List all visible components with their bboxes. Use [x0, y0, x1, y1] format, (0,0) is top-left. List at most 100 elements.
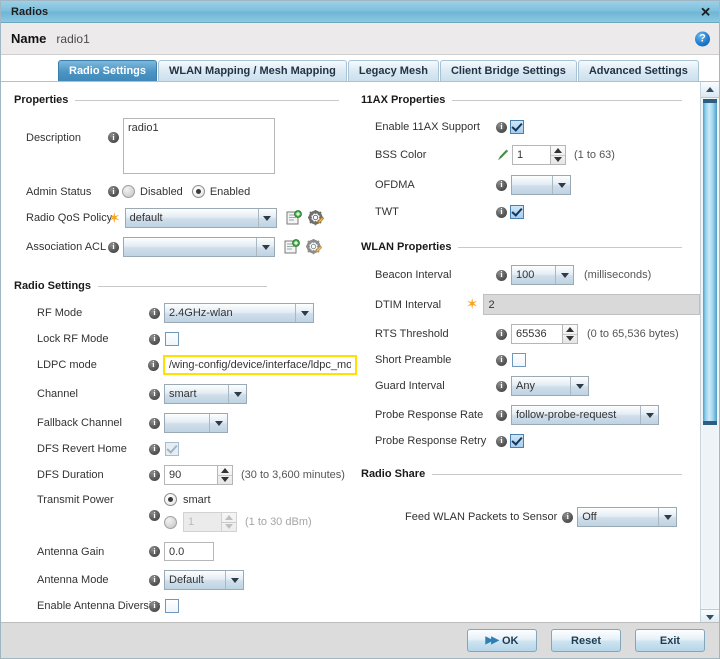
fallback-channel-value	[165, 414, 209, 432]
name-value: radio1	[56, 31, 90, 46]
description-textarea[interactable]	[123, 118, 275, 174]
stepper-down-icon[interactable]	[222, 523, 236, 532]
info-icon: i	[108, 241, 119, 253]
transmit-power-manual-radio[interactable]	[164, 515, 177, 529]
rf-mode-dropdown[interactable]: 2.4GHz-wlan	[164, 303, 314, 323]
enable-antenna-diversity-checkbox[interactable]	[165, 599, 179, 613]
exit-button[interactable]: Exit	[635, 629, 705, 652]
tab-radio-settings[interactable]: Radio Settings	[58, 60, 158, 81]
vertical-scrollbar[interactable]	[700, 82, 719, 625]
edit-policy-gear-icon[interactable]	[307, 209, 324, 226]
tab-client-bridge-settings[interactable]: Client Bridge Settings	[439, 60, 577, 81]
edit-acl-gear-icon[interactable]	[305, 238, 323, 255]
close-icon[interactable]: ✕	[700, 5, 711, 18]
dfs-revert-home-checkbox[interactable]	[165, 442, 179, 456]
stepper-up-icon[interactable]	[551, 146, 565, 156]
stepper-up-icon[interactable]	[222, 513, 236, 523]
lock-rf-mode-checkbox[interactable]	[165, 332, 179, 346]
antenna-gain-input[interactable]	[164, 542, 214, 561]
rf-mode-label: RF Mode	[37, 307, 83, 319]
association-acl-dropdown[interactable]	[123, 237, 275, 257]
bss-color-stepper[interactable]: 1	[512, 145, 566, 165]
transmit-power-smart-radio[interactable]	[164, 493, 177, 506]
chevron-down-icon	[570, 377, 588, 395]
stepper-down-icon[interactable]	[551, 156, 565, 165]
scrollbar-thumb[interactable]	[703, 99, 717, 425]
stepper-down-icon[interactable]	[218, 476, 232, 485]
tab-wlan-mapping-mesh-mapping[interactable]: WLAN Mapping / Mesh Mapping	[158, 60, 347, 81]
radio-share-group-header: Radio Share	[361, 468, 682, 480]
info-icon: i	[149, 417, 160, 429]
probe-response-retry-checkbox[interactable]	[510, 434, 524, 448]
guard-interval-dropdown[interactable]: Any	[511, 376, 589, 396]
dfs-duration-value[interactable]: 90	[164, 465, 217, 485]
dialog-body: Properties Description i Admin Status i …	[1, 82, 719, 625]
beacon-interval-dropdown[interactable]: 100	[511, 265, 574, 285]
row-antenna-mode: Antenna Mode i Default	[1, 570, 357, 590]
group-divider	[452, 99, 682, 101]
admin-status-disabled-radio[interactable]	[122, 185, 135, 198]
channel-dropdown[interactable]: smart	[164, 384, 247, 404]
row-twt: TWT i	[357, 205, 700, 219]
beacon-interval-hint: (milliseconds)	[584, 269, 652, 281]
transmit-power-stepper[interactable]: 1	[183, 512, 237, 532]
reset-button[interactable]: Reset	[551, 629, 621, 652]
chevron-down-icon	[555, 266, 573, 284]
scrollbar-track[interactable]	[703, 99, 717, 608]
stepper-down-icon[interactable]	[563, 335, 577, 344]
channel-value: smart	[169, 388, 197, 400]
help-icon[interactable]: ?	[695, 31, 710, 46]
rts-threshold-value[interactable]: 65536	[511, 324, 562, 344]
fallback-channel-dropdown[interactable]	[164, 413, 228, 433]
window-title: Radios	[11, 5, 49, 18]
create-policy-icon[interactable]	[286, 210, 302, 226]
feed-wlan-packets-dropdown[interactable]: Off	[577, 507, 678, 527]
bss-color-label: BSS Color	[375, 149, 427, 161]
ldpc-mode-input[interactable]	[162, 355, 357, 375]
info-icon: i	[496, 121, 507, 133]
row-association-acl: Association ACL i	[1, 237, 357, 257]
dfs-duration-stepper[interactable]: 90	[164, 465, 233, 485]
transmit-power-stepper-buttons[interactable]	[221, 512, 237, 532]
stepper-up-icon[interactable]	[218, 466, 232, 476]
dfs-duration-stepper-buttons[interactable]	[217, 465, 233, 485]
scroll-up-button[interactable]	[701, 82, 719, 98]
tab-legacy-mesh[interactable]: Legacy Mesh	[347, 60, 439, 81]
radios-dialog: Radios ✕ Name radio1 ? Radio Settings WL…	[0, 0, 720, 659]
radio-qos-policy-dropdown[interactable]: default	[124, 208, 277, 228]
antenna-mode-dropdown[interactable]: Default	[164, 570, 244, 590]
tab-advanced-settings[interactable]: Advanced Settings	[577, 60, 699, 81]
rts-threshold-stepper-buttons[interactable]	[562, 324, 578, 344]
rts-threshold-hint: (0 to 65,536 bytes)	[587, 328, 679, 340]
stepper-up-icon[interactable]	[563, 325, 577, 335]
chevron-down-icon	[228, 385, 246, 403]
guard-interval-label: Guard Interval	[375, 380, 445, 392]
chevron-down-icon	[257, 209, 276, 227]
transmit-power-value[interactable]: 1	[183, 512, 221, 532]
short-preamble-checkbox[interactable]	[512, 353, 526, 367]
bss-color-stepper-buttons[interactable]	[550, 145, 566, 165]
exit-button-label: Exit	[659, 634, 681, 647]
ok-button[interactable]: ▶▶ OK	[467, 629, 537, 652]
row-enable-antenna-diversity: Enable Antenna Diversity i	[1, 599, 357, 613]
info-icon: i	[496, 328, 507, 340]
required-star-icon: ✶	[465, 295, 479, 313]
dtim-interval-value[interactable]: 2	[483, 294, 700, 315]
create-acl-icon[interactable]	[284, 239, 300, 255]
probe-response-rate-dropdown[interactable]: follow-probe-request	[511, 405, 659, 425]
info-icon: i	[149, 307, 160, 319]
admin-status-enabled-radio[interactable]	[191, 185, 205, 198]
probe-response-rate-value: follow-probe-request	[516, 409, 617, 421]
chevron-down-icon	[658, 508, 676, 526]
properties-group-title: Properties	[14, 94, 69, 106]
twt-checkbox[interactable]	[510, 205, 524, 219]
edit-pencil-icon[interactable]	[496, 149, 509, 161]
rts-threshold-stepper[interactable]: 65536	[511, 324, 578, 344]
row-channel: Channel i smart	[1, 384, 357, 404]
ofdma-dropdown[interactable]	[511, 175, 571, 195]
info-icon: i	[149, 546, 160, 557]
chevron-down-icon	[209, 414, 227, 432]
enable-11ax-support-checkbox[interactable]	[510, 120, 524, 134]
row-dfs-duration: DFS Duration i 90 (30 to 3,600 minutes)	[1, 465, 357, 485]
bss-color-value[interactable]: 1	[512, 145, 550, 165]
